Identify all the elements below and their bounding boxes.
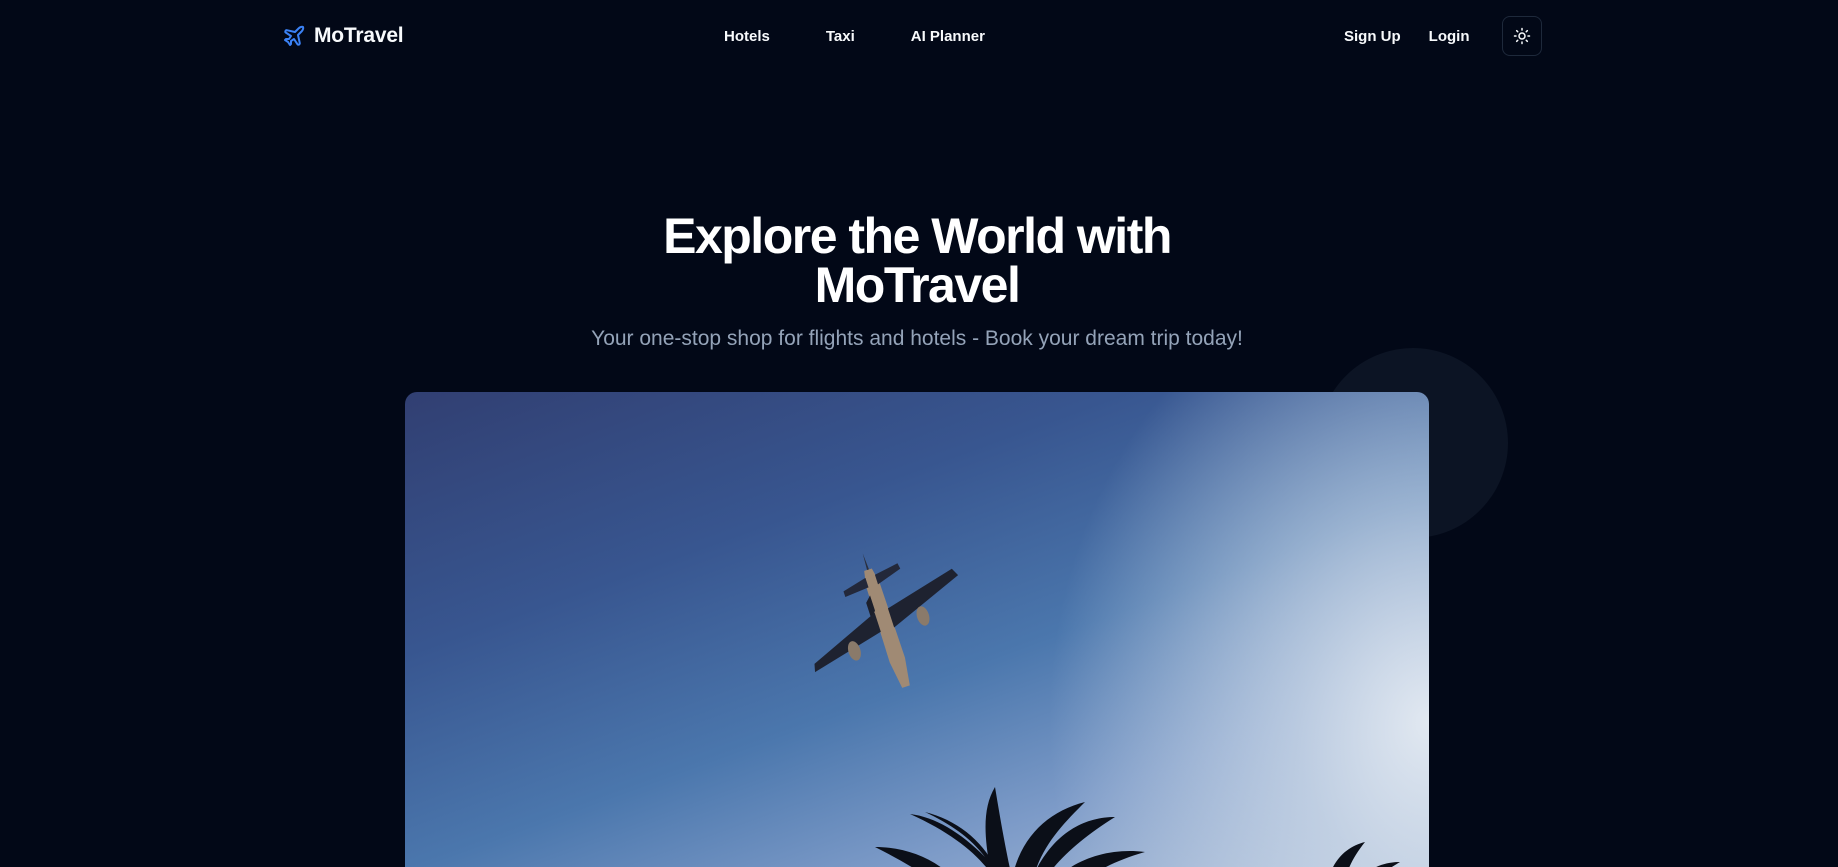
airplane-graphic [814,553,959,688]
brand-name: MoTravel [314,24,404,47]
hero-subtitle: Your one-stop shop for flights and hotel… [591,327,1243,350]
main-nav: Hotels Taxi AI Planner [724,24,985,48]
brand-logo-link[interactable]: MoTravel [282,20,404,52]
top-navbar: MoTravel Hotels Taxi AI Planner Sign Up … [0,0,1838,72]
hero-image [405,392,1429,867]
hero-title: Explore the World with MoTravel [0,211,1834,313]
airplane-sky-illustration [814,553,1400,867]
nav-link-hotels[interactable]: Hotels [724,28,770,45]
palm-trees-graphic [875,787,1400,867]
landing-page: MoTravel Hotels Taxi AI Planner Sign Up … [0,0,1838,867]
theme-toggle-button[interactable] [1501,16,1542,56]
sign-up-link[interactable]: Sign Up [1330,28,1415,45]
hero-title-line-2: MoTravel [814,257,1021,313]
sun-icon [1513,27,1530,45]
login-link[interactable]: Login [1415,28,1484,45]
nav-link-taxi[interactable]: Taxi [826,28,855,45]
plane-icon [284,25,305,46]
nav-link-ai-planner[interactable]: AI Planner [911,28,985,45]
auth-actions: Sign Up Login [1330,16,1542,56]
hero-title-line-1: Explore the World with [663,208,1172,264]
